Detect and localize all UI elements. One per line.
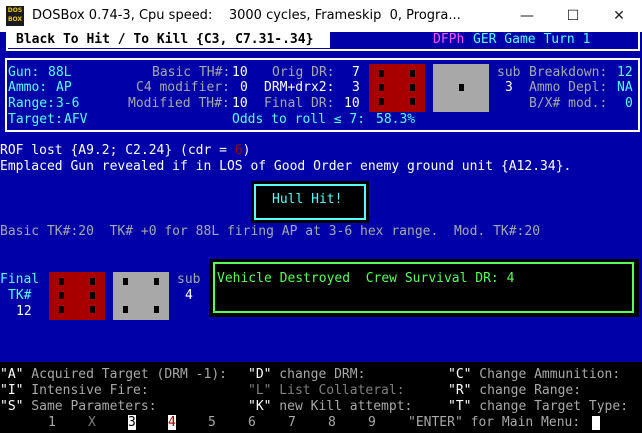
odds-label: Odds to roll ≤ 7:: [232, 112, 366, 127]
rof-cdr-value: 6: [234, 143, 243, 158]
emplaced-gun-message: Emplaced Gun revealed if in LOS of Good …: [0, 159, 572, 174]
tk-label: TK#: [8, 288, 32, 303]
bx-mod-value: 0: [625, 96, 633, 111]
menu-change-drm[interactable]: "D" change DRM:: [248, 367, 365, 382]
ammo-label: Ammo:: [8, 80, 48, 95]
close-icon: ✕: [613, 8, 625, 24]
window-title: DOSBox 0.74-3, Cpu speed: 3000 cycles, F…: [32, 8, 461, 23]
screen-title: Black To Hit / To Kill {C3, C7.31-.34}: [16, 32, 314, 47]
final-dr-label: Final DR:: [264, 96, 335, 111]
menu-same-parameters[interactable]: "S" Same Parameters:: [0, 399, 157, 414]
maximize-icon: ☐: [566, 8, 580, 24]
roll-option-1[interactable]: 1: [48, 415, 56, 430]
sub-value: 3: [505, 80, 513, 95]
kill-sub-value: 4: [185, 288, 193, 303]
odds-value: 58.3%: [376, 112, 416, 127]
final-dr-value: 10: [344, 96, 360, 111]
ammo-depletion-value: NA: [617, 80, 633, 95]
drm-value: 3: [352, 80, 360, 95]
text-cursor: [592, 416, 600, 430]
final-tk-value: 12: [16, 304, 32, 319]
command-menu: "A" Acquired Target (DRM -1): "D" change…: [0, 362, 642, 433]
breakdown-value: 12: [617, 65, 633, 80]
enter-main-menu-prompt[interactable]: "ENTER" for Main Menu:: [408, 415, 580, 430]
menu-change-target-type[interactable]: "T" change Target Type:: [448, 399, 628, 414]
kill-result-box: Vehicle Destroyed Crew Survival DR: 4: [209, 259, 639, 317]
range-label: Range:: [8, 96, 55, 111]
game-turn-label: GER Game Turn 1: [473, 32, 591, 47]
colored-die-to-hit: [369, 64, 425, 112]
roll-option-x[interactable]: X: [88, 415, 96, 430]
roll-option-6[interactable]: 6: [248, 415, 256, 430]
hull-hit-box: Hull Hit!: [251, 181, 369, 223]
gun-label: Gun:: [8, 65, 40, 80]
drm-label: DRM+drx2:: [264, 80, 335, 95]
modified-th-label: Modified TH#:: [128, 96, 230, 111]
ammo-depletion-label: Ammo Depl:: [529, 80, 608, 95]
breakdown-label: Breakdown:: [529, 65, 608, 80]
roll-option-7[interactable]: 7: [288, 415, 296, 430]
target-label: Target:: [8, 112, 63, 127]
menu-change-ammunition[interactable]: "C" Change Ammunition:: [448, 367, 620, 382]
sub-label: sub: [497, 65, 521, 80]
roll-option-5[interactable]: 5: [208, 415, 216, 430]
ammo-value: AP: [56, 80, 72, 95]
target-value: AFV: [64, 112, 88, 127]
menu-change-range[interactable]: "R" change Range:: [448, 383, 581, 398]
orig-dr-value: 7: [352, 65, 360, 80]
basic-tk-message: Basic TK#:20 TK# +0 for 88L firing AP at…: [0, 224, 541, 239]
window-titlebar: DOS BOX DOSBox 0.74-3, Cpu speed: 3000 cy…: [0, 0, 642, 33]
range-value: 3-6: [56, 96, 80, 111]
basic-th-label: Basic TH#:: [152, 65, 231, 80]
kill-result-text: Vehicle Destroyed Crew Survival DR: 4: [217, 271, 515, 286]
phase-label: DFPh: [433, 32, 465, 47]
close-button[interactable]: ✕: [596, 0, 642, 32]
roll-option-3[interactable]: 3: [128, 415, 136, 430]
minimize-button[interactable]: —: [504, 0, 550, 32]
kill-sub-label: sub: [177, 272, 201, 287]
maximize-button[interactable]: ☐: [550, 0, 596, 32]
modified-th-value: 10: [232, 96, 248, 111]
roll-option-8[interactable]: 8: [328, 415, 336, 430]
dosbox-app-icon[interactable]: DOS BOX: [6, 6, 24, 26]
hull-hit-text: Hull Hit!: [272, 192, 343, 207]
dos-screen: Black To Hit / To Kill {C3, C7.31-.34} D…: [0, 32, 642, 433]
menu-acquired-target[interactable]: "A" Acquired Target (DRM -1):: [0, 367, 227, 382]
orig-dr-label: Orig DR:: [272, 65, 335, 80]
white-die-to-hit: [433, 64, 489, 112]
roll-option-4[interactable]: 4: [168, 415, 176, 430]
menu-intensive-fire[interactable]: "I" Intensive Fire:: [0, 383, 149, 398]
final-label: Final: [0, 272, 40, 287]
rof-message: ROF lost {A9.2; C2.24} (cdr = 6): [0, 143, 251, 158]
roll-option-9[interactable]: 9: [368, 415, 376, 430]
colored-die-to-kill: [49, 272, 105, 320]
menu-list-collateral[interactable]: "L" List Collateral:: [248, 383, 405, 398]
basic-th-value: 10: [232, 65, 248, 80]
c4-modifier-label: C4 modifier:: [136, 80, 230, 95]
c4-modifier-value: 0: [240, 80, 248, 95]
minimize-icon: —: [520, 8, 534, 24]
bx-mod-label: B/X# mod.:: [529, 96, 608, 111]
gun-value: 88L: [48, 65, 72, 80]
menu-new-kill-attempt[interactable]: "K" new Kill attempt:: [248, 399, 412, 414]
white-die-to-kill: [113, 272, 169, 320]
